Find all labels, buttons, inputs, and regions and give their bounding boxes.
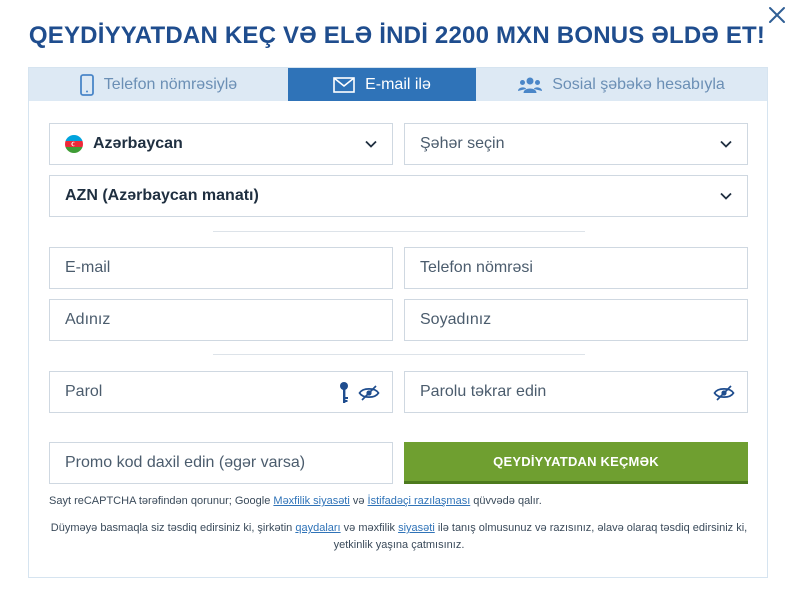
- first-name-field[interactable]: Adınız: [49, 299, 393, 341]
- tab-label: Sosial şəbəkə hesabıyla: [552, 75, 725, 93]
- tab-phone[interactable]: Telefon nömrəsiylə: [29, 68, 288, 101]
- note-text: Düyməyə basmaqla siz təsdiq edirsiniz ki…: [50, 522, 296, 534]
- promo-placeholder: Promo kod daxil edin (əgər varsa): [65, 454, 306, 471]
- terms-link[interactable]: İstifadəçi razılaşması: [368, 495, 471, 507]
- chevron-down-icon: [719, 137, 733, 156]
- chevron-down-icon: [364, 137, 378, 156]
- key-icon[interactable]: [338, 381, 350, 410]
- consent-note: Düyməyə basmaqla siz təsdiq edirsiniz ki…: [49, 520, 749, 554]
- page-title: QEYDİYYATDAN KEÇ VƏ ELƏ İNDİ 2200 MXN BO…: [28, 22, 766, 49]
- divider: [213, 354, 585, 355]
- phone-field[interactable]: Telefon nömrəsi: [404, 247, 748, 289]
- country-value: Azərbaycan: [93, 135, 183, 152]
- register-button[interactable]: QEYDİYYATDAN KEÇMƏK: [404, 442, 748, 484]
- city-select[interactable]: Şəhər seçin: [404, 123, 748, 165]
- note-text: və məxfilik: [340, 522, 399, 534]
- azerbaijan-flag-icon: [65, 135, 83, 153]
- registration-panel: Telefon nömrəsiylə E-mail ilə Sosial şəb…: [28, 67, 768, 578]
- policy-link[interactable]: siyasəti: [398, 522, 435, 534]
- privacy-link[interactable]: Məxfilik siyasəti: [273, 495, 349, 507]
- email-placeholder: E-mail: [65, 259, 111, 276]
- chevron-down-icon: [719, 189, 733, 208]
- country-select[interactable]: Azərbaycan: [49, 123, 393, 165]
- currency-select[interactable]: AZN (Azərbaycan manatı): [49, 175, 748, 217]
- email-field[interactable]: E-mail: [49, 247, 393, 289]
- envelope-icon: [333, 76, 355, 93]
- password-placeholder: Parol: [65, 383, 103, 400]
- eye-slash-icon[interactable]: [358, 384, 380, 407]
- password-field[interactable]: Parol: [49, 371, 393, 413]
- note-text: Sayt reCAPTCHA tərəfindən qorunur; Googl…: [49, 495, 274, 507]
- tab-bar: Telefon nömrəsiylə E-mail ilə Sosial şəb…: [29, 68, 767, 101]
- tab-email[interactable]: E-mail ilə: [288, 68, 476, 101]
- city-placeholder: Şəhər seçin: [420, 135, 505, 152]
- tab-label: Telefon nömrəsiylə: [103, 75, 238, 93]
- password-repeat-field[interactable]: Parolu təkrar edin: [404, 371, 748, 413]
- currency-value: AZN (Azərbaycan manatı): [65, 187, 259, 204]
- recaptcha-note: Sayt reCAPTCHA tərəfindən qorunur; Googl…: [49, 495, 542, 507]
- tab-label: E-mail ilə: [365, 75, 431, 93]
- promo-code-field[interactable]: Promo kod daxil edin (əgər varsa): [49, 442, 393, 484]
- rules-link[interactable]: qaydaları: [295, 522, 340, 534]
- phone-placeholder: Telefon nömrəsi: [420, 259, 533, 276]
- users-icon: [518, 76, 543, 94]
- password-repeat-placeholder: Parolu təkrar edin: [420, 383, 547, 400]
- phone-icon: [79, 73, 94, 96]
- last-name-field[interactable]: Soyadınız: [404, 299, 748, 341]
- eye-slash-icon[interactable]: [713, 384, 735, 407]
- note-text: və: [349, 495, 368, 507]
- last-name-placeholder: Soyadınız: [420, 311, 492, 328]
- first-name-placeholder: Adınız: [65, 311, 111, 328]
- tab-social[interactable]: Sosial şəbəkə hesabıyla: [476, 68, 767, 101]
- note-text: qüvvədə qalır.: [470, 495, 542, 507]
- divider: [213, 231, 585, 232]
